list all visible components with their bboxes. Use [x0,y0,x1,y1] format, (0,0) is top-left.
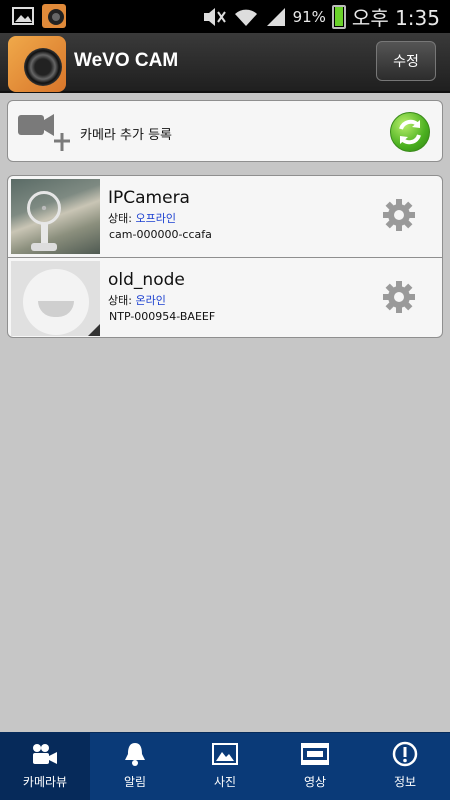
app-notification-icon [42,4,66,28]
battery-percent: 91% [292,7,326,26]
signal-icon [266,7,285,26]
status-value: 오프라인 [135,212,176,225]
tab-photos[interactable]: 사진 [180,733,270,800]
camera-thumbnail [11,179,100,254]
camera-id: NTP-000954-BAEEF [109,310,216,323]
tab-info[interactable]: 정보 [360,733,450,800]
app-logo-icon [8,36,66,92]
bottom-tab-bar: 카메라뷰 알림 사진 영상 정보 [0,732,450,800]
settings-gear-icon[interactable] [382,280,416,314]
gallery-notification-icon [12,7,34,25]
info-icon [390,741,420,767]
camera-view-icon [30,741,60,767]
camera-status: 상태: 온라인 [108,294,166,307]
camera-row-old-node[interactable]: old_node 상태: 온라인 NTP-000954-BAEEF [8,257,442,337]
refresh-icon [399,119,421,145]
refresh-button[interactable] [390,112,430,152]
status-bar: 91% 오후 1:35 [0,0,450,33]
camera-name: old_node [108,270,185,290]
clock: 오후 1:35 [351,6,440,30]
camera-id: cam-000000-ccafa [109,228,212,241]
tab-alerts[interactable]: 알림 [90,733,180,800]
add-camera-icon [18,114,70,151]
wifi-icon [234,9,257,26]
film-icon [300,741,330,767]
tab-label: 영상 [303,775,327,789]
status-value: 온라인 [135,294,166,307]
tab-camera-view[interactable]: 카메라뷰 [0,733,90,800]
mute-icon [203,7,226,26]
bell-icon [120,741,150,767]
app-header: WeVO CAM 수정 [0,33,450,93]
tab-label: 정보 [393,775,417,789]
tab-label: 사진 [213,775,237,789]
tab-label: 알림 [123,775,147,789]
camera-row-ipcamera[interactable]: IPCamera 상태: 오프라인 cam-000000-ccafa [8,176,442,257]
tab-label: 카메라뷰 [22,775,68,789]
settings-gear-icon[interactable] [382,198,416,232]
camera-thumbnail [11,261,100,336]
add-camera-card[interactable]: 카메라 추가 등록 [7,100,443,162]
camera-list: IPCamera 상태: 오프라인 cam-000000-ccafa old_n… [7,175,443,338]
battery-icon [331,4,346,29]
add-camera-label: 카메라 추가 등록 [80,128,172,143]
tab-videos[interactable]: 영상 [270,733,360,800]
edit-button[interactable]: 수정 [376,41,436,81]
camera-name: IPCamera [108,188,190,208]
photo-icon [210,741,240,767]
app-title: WeVO CAM [74,50,179,71]
camera-status: 상태: 오프라인 [108,212,176,225]
